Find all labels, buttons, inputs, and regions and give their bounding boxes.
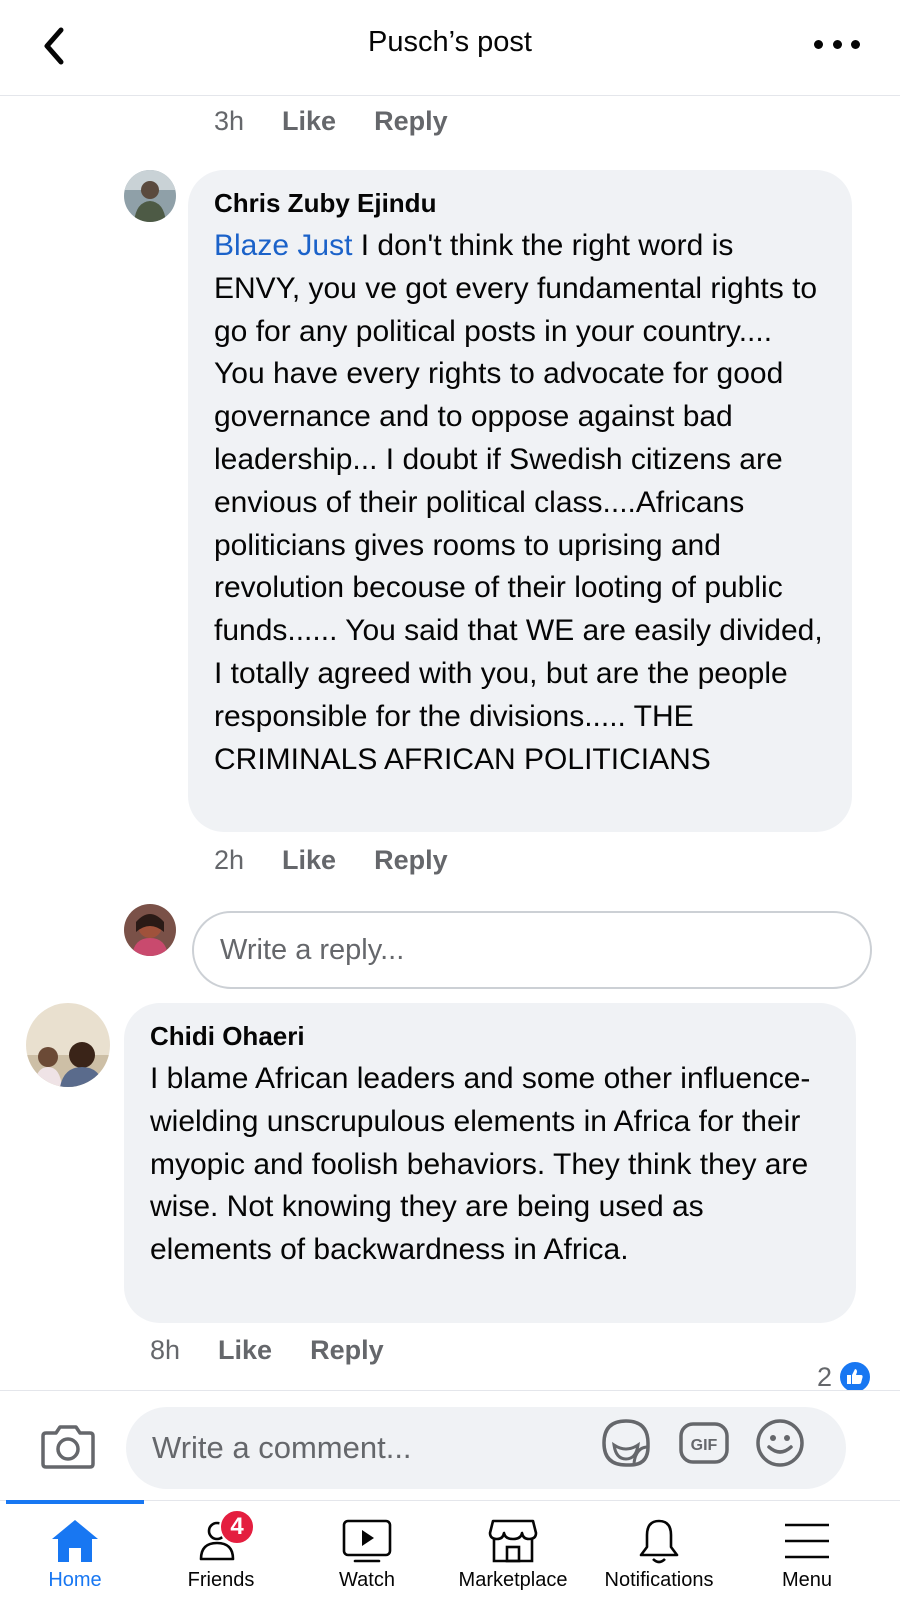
more-dot <box>832 39 842 49</box>
marketplace-icon <box>483 1515 543 1567</box>
camera-icon <box>41 1425 95 1469</box>
comment-time: 3h <box>214 106 245 136</box>
more-dot <box>851 39 860 49</box>
nav-label: Menu <box>781 1569 833 1591</box>
svg-text:GIF: GIF <box>691 1437 718 1454</box>
comment-text: Blaze Just I don't think the right word … <box>214 225 826 781</box>
menu-icon <box>777 1515 837 1567</box>
reply-link[interactable]: Reply <box>310 1335 384 1366</box>
avatar-current-user <box>124 904 176 956</box>
nav-watch[interactable]: Watch <box>292 1501 442 1600</box>
home-icon <box>45 1515 105 1567</box>
like-link[interactable]: Like <box>282 845 336 876</box>
avatar-image <box>124 904 176 956</box>
comment-actions: 8h Like Reply <box>150 1335 422 1366</box>
gif-icon: GIF <box>679 1422 729 1464</box>
nav-label: Notifications <box>604 1569 714 1591</box>
nav-notifications[interactable]: Notifications <box>584 1501 734 1600</box>
nav-marketplace[interactable]: Marketplace <box>438 1501 588 1600</box>
like-link[interactable]: Like <box>282 106 336 137</box>
bell-icon <box>629 1515 689 1567</box>
comment-body: I blame African leaders and some other i… <box>150 1062 811 1267</box>
like-link[interactable]: Like <box>218 1335 272 1366</box>
sticker-button[interactable] <box>600 1417 652 1469</box>
watch-icon <box>337 1515 397 1567</box>
comment-author[interactable]: Chris Zuby Ejindu <box>214 188 826 219</box>
comment-input[interactable]: Write a comment... <box>126 1407 846 1489</box>
comment-time: 8h <box>150 1335 181 1365</box>
friends-badge: 4 <box>219 1509 255 1545</box>
nav-home[interactable]: Home <box>0 1501 150 1600</box>
more-dots-icon <box>814 39 823 49</box>
active-tab-indicator <box>6 1500 144 1504</box>
nav-label: Home <box>48 1569 102 1591</box>
comment-placeholder: Write a comment... <box>152 1430 412 1465</box>
camera-button[interactable] <box>40 1421 96 1471</box>
avatar-chris[interactable] <box>124 170 176 222</box>
comment-composer: Write a comment... GIF <box>0 1390 900 1500</box>
nav-label: Watch <box>339 1569 395 1591</box>
nav-label: Friends <box>187 1569 255 1591</box>
comment-author[interactable]: Chidi Ohaeri <box>150 1021 830 1052</box>
avatar-chidi[interactable] <box>26 1003 110 1087</box>
nav-menu[interactable]: Menu <box>732 1501 882 1600</box>
reaction-count: 2 <box>816 1361 832 1392</box>
reaction-summary[interactable]: 2 <box>817 1360 872 1394</box>
sticker-icon <box>602 1419 650 1467</box>
avatar-image <box>26 1003 110 1087</box>
comment-bubble[interactable]: Chidi Ohaeri I blame African leaders and… <box>124 1003 856 1323</box>
nav-friends[interactable]: 4 Friends <box>146 1501 296 1600</box>
mention-link[interactable]: Blaze Just <box>214 229 352 262</box>
comment-time: 2h <box>214 845 245 875</box>
reply-link[interactable]: Reply <box>374 845 448 876</box>
page-title: Pusch’s post <box>368 26 532 58</box>
comment-actions: 2h Like Reply <box>214 845 486 876</box>
gif-button[interactable]: GIF <box>678 1417 730 1469</box>
bottom-nav: Home 4 Friends Watch Marketplace Notific… <box>0 1500 900 1600</box>
avatar-image <box>124 170 176 222</box>
thumbs-up-icon <box>838 1360 872 1394</box>
reply-input[interactable]: Write a reply... <box>192 911 872 989</box>
friends-icon: 4 <box>191 1509 255 1567</box>
reply-link[interactable]: Reply <box>374 106 448 137</box>
emoji-button[interactable] <box>754 1417 806 1469</box>
nav-label: Marketplace <box>458 1569 568 1591</box>
comment-bubble[interactable]: Chris Zuby Ejindu Blaze Just I don't thi… <box>188 170 852 832</box>
prev-comment-actions: 3h Like Reply <box>214 106 486 137</box>
more-options-button[interactable] <box>814 28 860 60</box>
comment-body: I don't think the right word is ENVY, yo… <box>214 229 823 776</box>
reply-placeholder: Write a reply... <box>220 933 405 966</box>
emoji-icon <box>756 1419 804 1467</box>
post-header: Pusch’s post <box>0 0 900 96</box>
